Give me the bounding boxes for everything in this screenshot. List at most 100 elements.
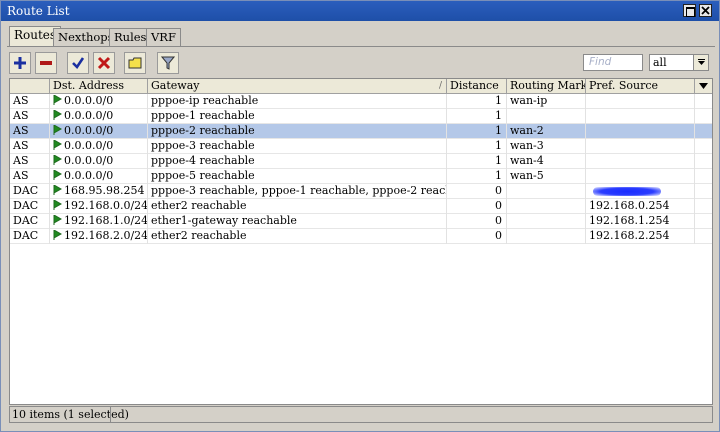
table-header: Dst. Address Gateway / Distance Routing M…	[10, 79, 712, 94]
column-menu-icon[interactable]	[695, 79, 712, 94]
row-pref-source	[586, 169, 695, 184]
row-dst-address: 168.95.98.254	[50, 184, 148, 199]
row-dst-address: 0.0.0.0/0	[50, 94, 148, 109]
route-flag-icon	[53, 230, 62, 240]
row-type: DAC	[10, 184, 50, 199]
table-row[interactable]: DAC 192.168.1.0/24 ether1-gateway reacha…	[10, 214, 712, 229]
add-button[interactable]	[9, 52, 31, 74]
remove-icon	[40, 61, 52, 65]
row-type: DAC	[10, 199, 50, 214]
row-dst-address: 0.0.0.0/0	[50, 169, 148, 184]
row-gateway: pppoe-ip reachable	[148, 94, 447, 109]
row-dst-address: 192.168.2.0/24	[50, 229, 148, 244]
row-distance: 1	[447, 154, 507, 169]
row-routing-mark	[507, 214, 586, 229]
comment-button[interactable]	[124, 52, 146, 74]
find-input[interactable]: Find	[583, 54, 643, 71]
table-row[interactable]: AS 0.0.0.0/0 pppoe-3 reachable 1 wan-3	[10, 139, 712, 154]
tab-divider	[7, 46, 715, 47]
filter-button[interactable]	[157, 52, 179, 74]
column-header-gateway[interactable]: Gateway /	[148, 79, 447, 94]
row-distance: 0	[447, 184, 507, 199]
enable-button[interactable]	[67, 52, 89, 74]
row-type: AS	[10, 124, 50, 139]
enable-icon	[72, 57, 85, 70]
table-row-selected[interactable]: AS 0.0.0.0/0 pppoe-2 reachable 1 wan-2	[10, 124, 712, 139]
row-pref-source: 192.168.0.254	[586, 199, 695, 214]
column-header-pref-source[interactable]: Pref. Source	[586, 79, 695, 94]
table-row[interactable]: DAC 192.168.0.0/24 ether2 reachable 0 19…	[10, 199, 712, 214]
route-flag-icon	[53, 125, 62, 135]
row-gateway: pppoe-1 reachable	[148, 109, 447, 124]
redacted-pref-source	[593, 187, 661, 196]
row-routing-mark	[507, 229, 586, 244]
row-gateway: ether1-gateway reachable	[148, 214, 447, 229]
row-pref-source	[586, 124, 695, 139]
disable-icon	[97, 56, 111, 70]
disable-button[interactable]	[93, 52, 115, 74]
row-gateway: ether2 reachable	[148, 229, 447, 244]
route-flag-icon	[53, 215, 62, 225]
row-pref-source	[586, 109, 695, 124]
row-dst-address: 192.168.0.0/24	[50, 199, 148, 214]
title-bar[interactable]: Route List	[1, 1, 719, 21]
row-distance: 1	[447, 169, 507, 184]
row-type: DAC	[10, 214, 50, 229]
column-header-flags[interactable]	[10, 79, 50, 94]
table-row[interactable]: DAC 192.168.2.0/24 ether2 reachable 0 19…	[10, 229, 712, 244]
close-icon[interactable]	[699, 4, 712, 17]
row-routing-mark: wan-ip	[507, 94, 586, 109]
filter-select[interactable]: all	[649, 54, 709, 71]
tab-vrf[interactable]: VRF	[146, 28, 181, 46]
row-routing-mark	[507, 184, 586, 199]
row-routing-mark	[507, 199, 586, 214]
row-distance: 1	[447, 109, 507, 124]
row-gateway: pppoe-2 reachable	[148, 124, 447, 139]
row-gateway: pppoe-4 reachable	[148, 154, 447, 169]
row-routing-mark	[507, 109, 586, 124]
row-routing-mark: wan-3	[507, 139, 586, 154]
table-row[interactable]: AS 0.0.0.0/0 pppoe-5 reachable 1 wan-5	[10, 169, 712, 184]
row-routing-mark: wan-5	[507, 169, 586, 184]
route-table[interactable]: Dst. Address Gateway / Distance Routing M…	[9, 78, 713, 405]
row-dst-address: 0.0.0.0/0	[50, 124, 148, 139]
table-row[interactable]: AS 0.0.0.0/0 pppoe-1 reachable 1	[10, 109, 712, 124]
row-type: AS	[10, 94, 50, 109]
row-distance: 0	[447, 229, 507, 244]
row-pref-source	[586, 139, 695, 154]
route-flag-icon	[53, 155, 62, 165]
row-type: AS	[10, 154, 50, 169]
status-bar: 10 items (1 selected)	[9, 406, 713, 423]
route-flag-icon	[53, 170, 62, 180]
status-divider	[110, 407, 111, 422]
select-dropdown-icon[interactable]	[693, 55, 708, 70]
row-dst-address: 0.0.0.0/0	[50, 109, 148, 124]
row-distance: 1	[447, 139, 507, 154]
row-gateway: pppoe-3 reachable, pppoe-1 reachable, pp…	[148, 184, 447, 199]
row-gateway: ether2 reachable	[148, 199, 447, 214]
table-row[interactable]: AS 0.0.0.0/0 pppoe-4 reachable 1 wan-4	[10, 154, 712, 169]
remove-button[interactable]	[35, 52, 57, 74]
table-row[interactable]: AS 0.0.0.0/0 pppoe-ip reachable 1 wan-ip	[10, 94, 712, 109]
route-flag-icon	[53, 95, 62, 105]
route-flag-icon	[53, 140, 62, 150]
route-list-window: Route List Routes Nexthops Rules VRF Fin…	[0, 0, 720, 432]
column-header-dst-address[interactable]: Dst. Address	[50, 79, 148, 94]
row-distance: 1	[447, 94, 507, 109]
row-pref-source: 192.168.2.254	[586, 229, 695, 244]
route-flag-icon	[53, 185, 62, 195]
route-flag-icon	[53, 110, 62, 120]
sort-indicator-icon: /	[438, 81, 442, 91]
column-header-routing-mark[interactable]: Routing Mark	[507, 79, 586, 94]
row-dst-address: 192.168.1.0/24	[50, 214, 148, 229]
row-gateway: pppoe-3 reachable	[148, 139, 447, 154]
row-pref-source	[586, 94, 695, 109]
row-type: AS	[10, 169, 50, 184]
maximize-icon[interactable]	[683, 4, 696, 17]
comment-icon	[128, 57, 142, 69]
row-type: AS	[10, 109, 50, 124]
row-pref-source	[586, 154, 695, 169]
row-dst-address: 0.0.0.0/0	[50, 154, 148, 169]
column-header-distance[interactable]: Distance	[447, 79, 507, 94]
row-routing-mark: wan-4	[507, 154, 586, 169]
